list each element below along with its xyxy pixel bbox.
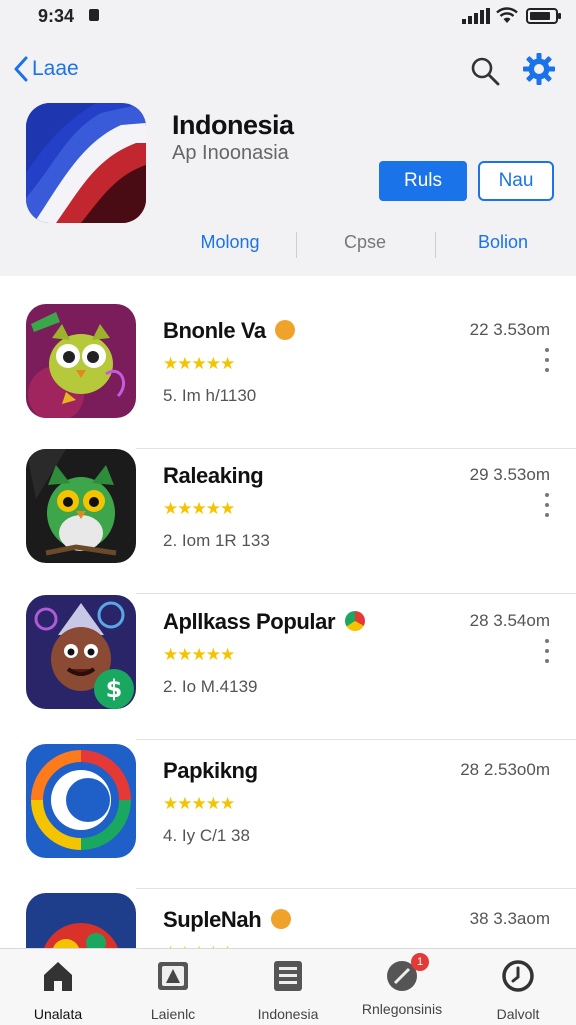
app-icon: $ <box>26 595 136 709</box>
rating-stars: ★★★★★ <box>163 499 235 518</box>
status-time: 9:34 <box>38 6 75 26</box>
app-name: Apllkass Popular <box>163 609 365 635</box>
lock-icon <box>89 9 99 21</box>
row-divider <box>136 888 576 889</box>
app-icon <box>26 304 136 418</box>
tab-store[interactable]: Laienlc <box>118 959 228 1022</box>
rating-stars: ★★★★★ <box>163 645 235 664</box>
app-icon <box>26 103 146 223</box>
clock-icon <box>502 960 534 992</box>
app-name: Bnonle Va <box>163 318 296 344</box>
app-meta: 5. Im h/1130 <box>163 386 257 405</box>
app-name: Raleaking <box>163 463 264 488</box>
more-options-icon[interactable] <box>540 348 554 380</box>
app-title: Indonesia <box>172 110 294 140</box>
back-label: Laae <box>32 57 79 80</box>
tab-label: Laienlc <box>150 1006 196 1022</box>
app-name: SupleNah <box>163 907 291 933</box>
notification-badge: 1 <box>411 953 429 971</box>
segment-tab-3[interactable]: Bolion <box>440 232 566 258</box>
secondary-action-button[interactable]: Nau <box>478 161 554 201</box>
segment-divider <box>296 232 297 258</box>
signal-icon <box>462 8 490 24</box>
app-icon <box>26 449 136 563</box>
app-name: Papkikng <box>163 758 258 783</box>
segment-tab-1[interactable]: Molong <box>170 232 290 258</box>
gear-icon[interactable] <box>522 52 556 86</box>
status-bar: 9:34 <box>0 0 576 34</box>
list-item[interactable]: Bnonle Va ★★★★★ 5. Im h/1130 22 3.53om <box>0 304 576 449</box>
back-button[interactable]: Laae <box>14 56 79 82</box>
search-icon[interactable] <box>470 56 500 86</box>
app-time: 22 3.53om <box>469 320 550 339</box>
app-meta: 2. Io M.4139 <box>163 677 258 696</box>
app-time: 29 3.53om <box>469 465 550 484</box>
tab-clock[interactable]: Dalvolt <box>463 959 573 1022</box>
app-icon <box>26 893 136 948</box>
list-icon <box>274 961 302 991</box>
app-meta: 2. Iom 1R 133 <box>163 531 270 550</box>
more-options-icon[interactable] <box>540 493 554 525</box>
list-item[interactable]: SupleNah ★★★★★ 38 3.3aom <box>0 893 576 948</box>
segment-tab-2[interactable]: Cpse <box>300 232 430 258</box>
app-time: 28 2.53o0m <box>460 760 550 779</box>
tab-label: Unalata <box>33 1006 83 1022</box>
row-divider <box>136 739 576 740</box>
angry-emoji-icon <box>270 909 291 930</box>
tab-label: Dalvolt <box>496 1006 540 1022</box>
tab-home[interactable]: Unalata <box>3 959 113 1022</box>
home-icon <box>44 962 72 991</box>
tab-label: Rnlegonsinis <box>361 1001 443 1017</box>
angry-emoji-icon <box>275 320 296 341</box>
rating-stars: ★★★★★ <box>163 354 235 373</box>
tab-label: Indonesia <box>257 1006 319 1022</box>
app-subtitle: Ap Inoonasia <box>172 142 289 164</box>
battery-icon <box>526 8 561 24</box>
chevron-left-icon <box>14 56 28 82</box>
list-item[interactable]: Raleaking ★★★★★ 2. Iom 1R 133 29 3.53om <box>0 449 576 594</box>
app-meta: 4. Iy C/1 38 <box>163 826 250 845</box>
segment-divider <box>435 232 436 258</box>
store-icon <box>158 962 188 990</box>
primary-action-button[interactable]: Ruls <box>379 161 467 201</box>
chrome-logo-icon <box>344 611 365 632</box>
app-icon <box>26 744 136 858</box>
list-item[interactable]: $ Apllkass Popular ★★★★★ 2. Io M.4139 28… <box>0 595 576 740</box>
more-options-icon[interactable] <box>540 639 554 671</box>
row-divider <box>136 593 576 594</box>
tab-bar: Unalata Laienlc Indonesia 1 Rnlegonsinis <box>0 948 576 1025</box>
app-time: 28 3.54om <box>469 611 550 630</box>
tab-messages[interactable]: 1 Rnlegonsinis <box>347 953 457 1017</box>
wifi-icon <box>496 7 518 23</box>
svg-text:$: $ <box>106 675 123 703</box>
list-item[interactable]: Papkikng ★★★★★ 4. Iy C/1 38 28 2.53o0m <box>0 744 576 889</box>
tab-list[interactable]: Indonesia <box>233 959 343 1022</box>
rating-stars: ★★★★★ <box>163 794 235 813</box>
app-time: 38 3.3aom <box>469 909 550 928</box>
